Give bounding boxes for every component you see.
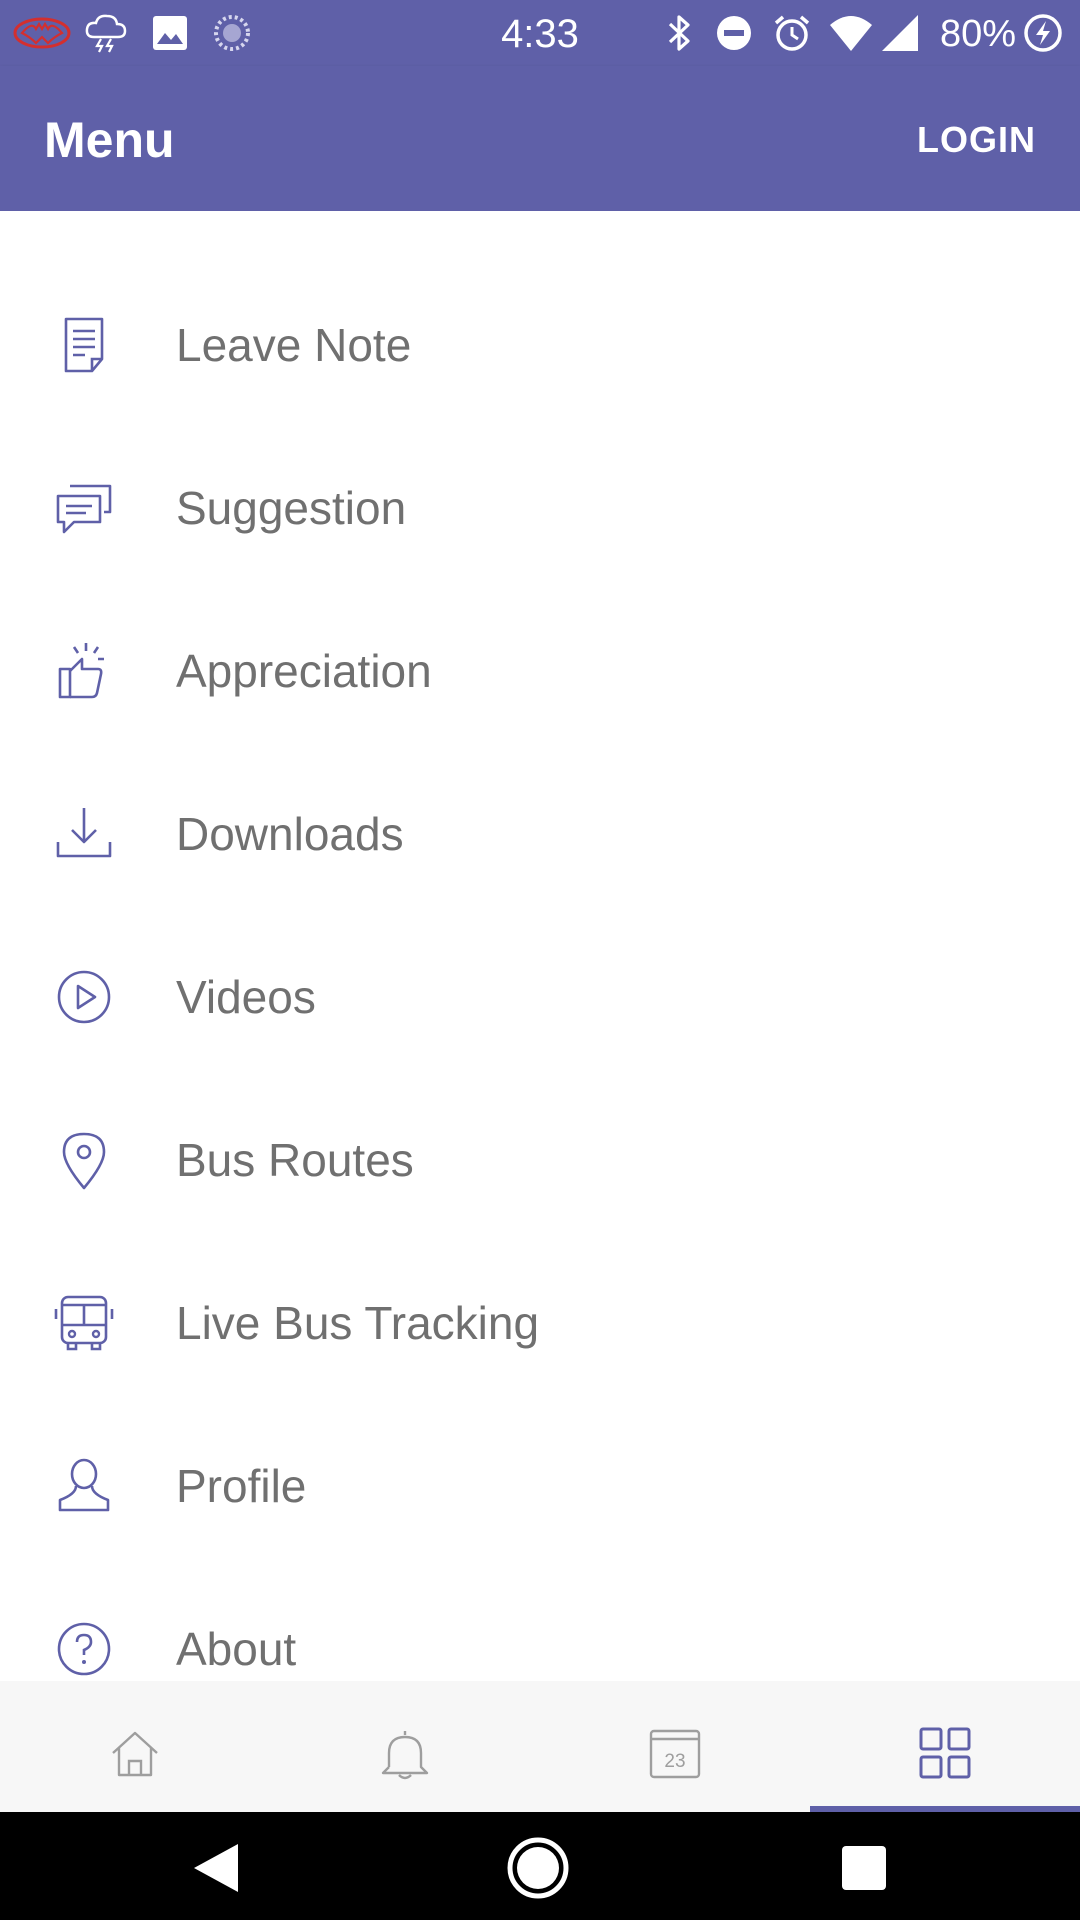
menu-item-label: Videos (176, 970, 316, 1023)
thunderstorm-icon (84, 13, 128, 53)
menu-item-downloads[interactable]: Downloads (0, 752, 1080, 915)
menu-item-appreciation[interactable]: Appreciation (0, 589, 1080, 752)
location-pin-icon (52, 1128, 116, 1192)
play-icon (52, 965, 116, 1029)
menu-item-label: Profile (176, 1459, 307, 1512)
menu-item-label: Appreciation (176, 644, 432, 697)
menu-item-profile[interactable]: Profile (0, 1404, 1080, 1567)
chat-icon (52, 476, 116, 540)
menu-item-live-bus-tracking[interactable]: Live Bus Tracking (0, 1241, 1080, 1404)
download-icon (52, 802, 116, 866)
image-icon (150, 13, 190, 53)
screen: 4:33 80% Menu LOGIN Leave Note Suggestio… (0, 0, 1080, 1920)
menu-item-label: Leave Note (176, 318, 412, 371)
home-icon (112, 1731, 158, 1777)
menu-item-label: Bus Routes (176, 1133, 414, 1186)
calendar-date-text: 23 (664, 1751, 685, 1772)
battery-percent: 80% (940, 13, 1017, 55)
status-time: 4:33 (501, 12, 579, 56)
menu-item-about[interactable]: About (0, 1567, 1080, 1681)
calendar-icon: 23 (649, 1729, 701, 1779)
tab-notifications[interactable] (270, 1681, 540, 1812)
recents-icon[interactable] (832, 1836, 896, 1900)
grid-icon (919, 1727, 971, 1779)
menu-item-leave-note[interactable]: Leave Note (0, 263, 1080, 426)
home-circle-icon[interactable] (506, 1836, 570, 1900)
back-icon[interactable] (184, 1836, 248, 1900)
menu-item-label: Downloads (176, 807, 404, 860)
do-not-disturb-icon (714, 13, 754, 53)
tab-calendar[interactable]: 23 (540, 1681, 810, 1812)
tab-menu[interactable] (810, 1681, 1080, 1812)
tab-home[interactable] (0, 1681, 270, 1812)
batman-icon (12, 13, 72, 53)
status-bar: 4:33 80% (0, 0, 1080, 66)
battery-charging-icon (1022, 13, 1064, 53)
alarm-icon (772, 13, 812, 53)
menu-item-suggestion[interactable]: Suggestion (0, 426, 1080, 589)
menu-item-label: Suggestion (176, 481, 407, 534)
document-icon (52, 313, 116, 377)
menu-item-videos[interactable]: Videos (0, 915, 1080, 1078)
app-bar: Menu LOGIN (0, 66, 1080, 211)
signal-icon (880, 13, 920, 53)
page-title: Menu (44, 112, 175, 168)
bottom-nav: 23 (0, 1681, 1080, 1812)
person-icon (52, 1454, 116, 1518)
bluetooth-icon (664, 13, 694, 53)
thumbs-up-icon (52, 639, 116, 703)
wifi-icon (828, 13, 874, 53)
menu-item-bus-routes[interactable]: Bus Routes (0, 1078, 1080, 1241)
help-icon (52, 1617, 116, 1681)
bell-icon (381, 1731, 429, 1780)
login-button[interactable]: LOGIN (917, 116, 1036, 164)
menu-item-label: About (176, 1622, 297, 1675)
menu-item-label: Live Bus Tracking (176, 1296, 540, 1349)
system-nav-bar (0, 1812, 1080, 1920)
menu-list: Leave Note Suggestion Appreciation Downl… (0, 211, 1080, 1681)
bus-icon (52, 1291, 116, 1355)
sync-icon (212, 13, 252, 53)
